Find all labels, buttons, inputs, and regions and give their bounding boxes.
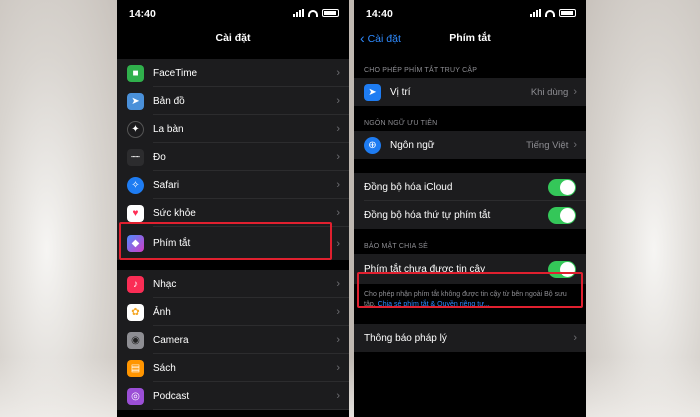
settings-item-books[interactable]: ▤ Sách › — [117, 354, 349, 382]
globe-icon: ⊕ — [364, 136, 381, 154]
section-header-language: NGÔN NGỮ ƯU TIÊN — [364, 120, 438, 127]
highlight-shortcuts-item — [119, 222, 332, 260]
books-icon: ▤ — [127, 359, 144, 377]
status-time: 14:40 — [129, 8, 156, 20]
chevron-right-icon: › — [336, 123, 340, 135]
status-bar: 14:40 — [354, 0, 586, 26]
settings-item-label: Ảnh — [153, 306, 171, 318]
setting-location-label: Vị trí — [390, 86, 411, 98]
setting-location[interactable]: ➤ Vị trí Khi dùng › — [354, 78, 586, 106]
chevron-left-icon: ‹ — [360, 30, 365, 46]
measure-icon: ┅┅ — [127, 148, 144, 166]
setting-location-value: Khi dùng — [530, 86, 569, 98]
settings-item-label: Đo — [153, 151, 166, 163]
chevron-right-icon: › — [336, 151, 340, 163]
status-time: 14:40 — [366, 8, 393, 20]
battery-icon — [559, 9, 576, 17]
chevron-right-icon: › — [336, 278, 340, 290]
settings-item-label: Sức khỏe — [153, 207, 196, 219]
setting-sync-icloud: Đồng bộ hóa iCloud — [354, 173, 586, 201]
setting-language-value: Tiếng Việt — [526, 139, 569, 151]
maps-icon: ➤ — [127, 92, 144, 110]
chevron-right-icon: › — [573, 332, 577, 344]
highlight-untrusted-setting — [357, 272, 583, 308]
chevron-right-icon: › — [336, 179, 340, 191]
settings-item-photos[interactable]: ✿ Ảnh › — [117, 298, 349, 326]
settings-item-facetime[interactable]: ■ FaceTime › — [117, 59, 349, 87]
phone-settings-screen: 14:40 Cài đặt ■ FaceTime › ➤ Bản đồ › ✦ … — [117, 0, 349, 417]
setting-sync-order: Đồng bộ hóa thứ tự phím tắt — [354, 201, 586, 229]
section-header-access: CHO PHÉP PHÍM TẮT TRUY CẬP — [364, 67, 478, 74]
background-left — [0, 0, 117, 417]
settings-item-label: Camera — [153, 334, 189, 346]
chevron-right-icon: › — [573, 86, 577, 98]
chevron-right-icon: › — [336, 237, 340, 250]
status-bar: 14:40 — [117, 0, 349, 26]
page-title: Phím tắt — [449, 32, 491, 44]
settings-item-label: Nhạc — [153, 278, 177, 290]
facetime-icon: ■ — [127, 64, 144, 82]
settings-item-label: La bàn — [153, 123, 184, 135]
chevron-right-icon: › — [336, 67, 340, 79]
status-icons — [293, 9, 339, 17]
back-button-label: Cài đặt — [367, 33, 401, 45]
setting-language[interactable]: ⊕ Ngôn ngữ Tiếng Việt › — [354, 131, 586, 159]
camera-icon: ◉ — [127, 331, 144, 349]
setting-sync-order-label: Đồng bộ hóa thứ tự phím tắt — [364, 209, 491, 221]
podcast-icon: ◎ — [127, 387, 144, 405]
chevron-right-icon: › — [336, 306, 340, 318]
status-icons — [530, 9, 576, 17]
settings-item-label: Podcast — [153, 390, 190, 402]
sync-order-toggle[interactable] — [548, 206, 576, 224]
settings-item-podcast[interactable]: ◎ Podcast › — [117, 382, 349, 410]
setting-legal-notice[interactable]: Thông báo pháp lý › — [354, 324, 586, 352]
settings-item-label: FaceTime — [153, 67, 198, 79]
chevron-right-icon: › — [336, 334, 340, 346]
chevron-right-icon: › — [336, 207, 340, 219]
nav-bar: ‹ Cài đặt Phím tắt — [354, 26, 586, 50]
signal-icon — [530, 9, 541, 17]
compass-icon: ✦ — [127, 120, 144, 138]
chevron-right-icon: › — [336, 362, 340, 374]
nav-bar: Cài đặt — [117, 26, 349, 50]
wifi-icon — [308, 9, 318, 17]
settings-item-compass[interactable]: ✦ La bàn › — [117, 115, 349, 143]
phone-shortcuts-screen: 14:40 ‹ Cài đặt Phím tắt CHO PHÉP PHÍM T… — [354, 0, 586, 417]
wifi-icon — [545, 9, 555, 17]
settings-item-music[interactable]: ♪ Nhạc › — [117, 270, 349, 298]
page-title: Cài đặt — [215, 32, 251, 44]
chevron-right-icon: › — [336, 95, 340, 107]
settings-item-measure[interactable]: ┅┅ Đo › — [117, 143, 349, 171]
health-icon: ♥ — [127, 204, 144, 222]
settings-item-camera[interactable]: ◉ Camera › — [117, 326, 349, 354]
setting-legal-label: Thông báo pháp lý — [364, 332, 447, 344]
settings-item-safari[interactable]: ✧ Safari › — [117, 171, 349, 199]
chevron-right-icon: › — [336, 390, 340, 402]
background-right — [585, 0, 700, 417]
music-icon: ♪ — [127, 275, 144, 293]
signal-icon — [293, 9, 304, 17]
location-arrow-icon: ➤ — [364, 83, 381, 101]
section-header-security: BẢO MẬT CHIA SẺ — [364, 243, 428, 250]
settings-item-label: Safari — [153, 179, 180, 191]
back-button[interactable]: ‹ Cài đặt — [360, 26, 401, 51]
background-shelf — [0, 357, 700, 417]
settings-item-maps[interactable]: ➤ Bản đồ › — [117, 87, 349, 115]
sync-icloud-toggle[interactable] — [548, 178, 576, 196]
safari-icon: ✧ — [127, 176, 144, 194]
battery-icon — [322, 9, 339, 17]
settings-item-label: Bản đồ — [153, 95, 185, 107]
settings-item-label: Sách — [153, 362, 176, 374]
settings-group-2: ♪ Nhạc › ✿ Ảnh › ◉ Camera › ▤ Sách › ◎ P… — [117, 270, 349, 410]
setting-language-label: Ngôn ngữ — [390, 139, 435, 151]
photos-icon: ✿ — [127, 303, 144, 321]
setting-sync-icloud-label: Đồng bộ hóa iCloud — [364, 181, 453, 193]
chevron-right-icon: › — [573, 139, 577, 151]
